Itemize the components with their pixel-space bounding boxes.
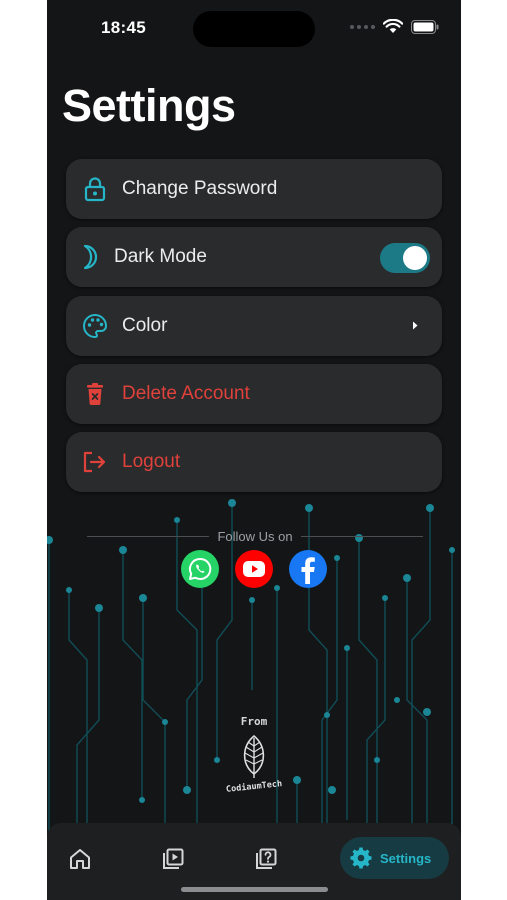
- youtube-button[interactable]: [235, 550, 273, 588]
- dark-mode-toggle[interactable]: [380, 243, 430, 273]
- home-icon: [70, 849, 90, 869]
- quiz-icon: [256, 848, 277, 869]
- tab-settings[interactable]: Settings: [340, 837, 449, 879]
- codiaumtech-logo: CodiaumTech: [225, 734, 283, 792]
- dark-mode-item: Dark Mode: [66, 227, 442, 287]
- wifi-icon: [383, 19, 403, 33]
- toggle-knob: [403, 246, 427, 270]
- signal-icon: [350, 24, 375, 29]
- delete-account-item[interactable]: Delete Account: [66, 364, 442, 424]
- status-time: 18:45: [101, 18, 146, 37]
- delete-account-label: Delete Account: [122, 383, 250, 404]
- youtube-icon: [243, 561, 265, 577]
- status-icons: [350, 19, 439, 34]
- whatsapp-icon: [188, 557, 212, 580]
- codiaumtech-wordmark: CodiaumTech: [225, 778, 282, 792]
- dynamic-island: [193, 11, 315, 47]
- follow-us-divider: Follow Us on: [87, 528, 424, 544]
- trash-icon: [82, 381, 108, 407]
- lock-icon: [82, 176, 108, 202]
- tab-videos[interactable]: [159, 845, 187, 873]
- logout-label: Logout: [122, 451, 181, 472]
- tab-quiz[interactable]: [252, 845, 280, 873]
- chevron-right-icon: [413, 321, 418, 330]
- moon-icon: [76, 244, 102, 270]
- logout-icon: [82, 449, 108, 475]
- battery-icon: [411, 19, 439, 34]
- gear-icon: [350, 847, 372, 869]
- tab-home[interactable]: [66, 845, 94, 873]
- page-title: Settings: [62, 80, 236, 131]
- color-item[interactable]: Color: [66, 296, 442, 356]
- change-password-label: Change Password: [122, 178, 278, 199]
- dark-mode-label: Dark Mode: [114, 246, 207, 267]
- change-password-item[interactable]: Change Password: [66, 159, 442, 219]
- phone-screen: 18:45 Settings Change Password Dark Mode…: [47, 0, 461, 900]
- facebook-button[interactable]: [289, 550, 327, 588]
- palette-icon: [82, 313, 108, 339]
- tab-settings-label: Settings: [380, 850, 432, 866]
- facebook-icon: [301, 557, 315, 584]
- logout-item[interactable]: Logout: [66, 432, 442, 492]
- color-label: Color: [122, 315, 168, 336]
- whatsapp-button[interactable]: [181, 550, 219, 588]
- from-label: From: [240, 715, 268, 728]
- video-library-icon: [163, 848, 184, 869]
- follow-us-heading: Follow Us on: [217, 528, 293, 544]
- home-indicator: [181, 887, 328, 892]
